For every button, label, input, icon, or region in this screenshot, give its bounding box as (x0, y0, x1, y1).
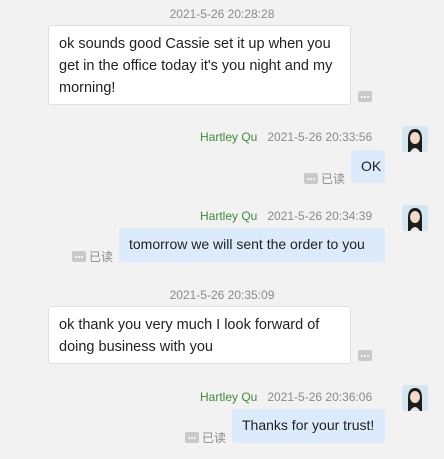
read-label: 已读 (321, 172, 346, 186)
sender-name: Hartley Qu (200, 390, 258, 404)
more-dots-icon[interactable] (304, 173, 318, 184)
more-dots-icon[interactable] (358, 91, 372, 102)
read-status: 已读 (304, 170, 345, 187)
incoming-message[interactable]: ok sounds good Cassie set it up when you… (48, 25, 351, 105)
message-meta: Hartley Qu 2021-5-26 20:36:06 (200, 390, 372, 404)
outgoing-message[interactable]: OK (351, 150, 385, 183)
message-time: 2021-5-26 20:34:39 (267, 209, 373, 223)
read-status: 已读 (72, 248, 113, 265)
message-time: 2021-5-26 20:33:56 (267, 130, 373, 144)
more-dots-icon[interactable] (185, 432, 199, 443)
incoming-message[interactable]: ok thank you very much I look forward of… (48, 306, 351, 364)
timestamp: 2021-5-26 20:28:28 (169, 7, 275, 21)
outgoing-message[interactable]: Thanks for your trust! (232, 409, 385, 443)
read-status: 已读 (185, 429, 226, 446)
timestamp: 2021-5-26 20:35:09 (169, 288, 275, 302)
more-dots-icon[interactable] (72, 251, 86, 262)
message-time: 2021-5-26 20:36:06 (267, 390, 373, 404)
message-meta: Hartley Qu 2021-5-26 20:33:56 (200, 130, 372, 144)
more-dots-icon[interactable] (358, 350, 372, 361)
outgoing-message[interactable]: tomorrow we will sent the order to you (119, 228, 385, 262)
user-avatar[interactable] (402, 205, 428, 231)
user-avatar[interactable] (402, 385, 428, 411)
sender-name: Hartley Qu (200, 130, 258, 144)
read-label: 已读 (202, 431, 227, 445)
read-label: 已读 (89, 250, 114, 264)
sender-name: Hartley Qu (200, 209, 258, 223)
user-avatar[interactable] (402, 126, 428, 152)
message-meta: Hartley Qu 2021-5-26 20:34:39 (200, 209, 372, 223)
